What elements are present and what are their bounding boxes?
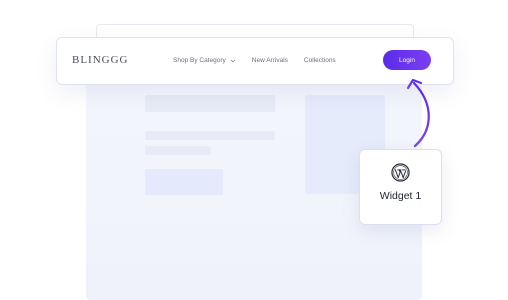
widget-card[interactable]: Widget 1 [359, 149, 442, 225]
brand-logo[interactable]: BLINGGG [72, 54, 129, 66]
login-button[interactable]: Login [383, 50, 431, 70]
placeholder-line [145, 146, 211, 155]
nav-links: Shop By Category New Arrivals Collection… [173, 57, 336, 64]
nav-link-label: Shop By Category [173, 57, 226, 64]
curved-arrow-icon [406, 78, 430, 148]
stage: BLINGGG Shop By Category New Arrivals Co… [0, 0, 508, 300]
nav-link-collections[interactable]: Collections [304, 57, 336, 64]
chevron-down-icon [230, 59, 235, 62]
placeholder-button [145, 169, 223, 195]
wordpress-icon [391, 163, 410, 182]
nav-link-new-arrivals[interactable]: New Arrivals [252, 57, 288, 64]
placeholder-title [145, 95, 275, 112]
nav-link-shop-by-category[interactable]: Shop By Category [173, 57, 236, 64]
widget-label: Widget 1 [379, 190, 422, 202]
nav-link-label: Collections [303, 57, 336, 64]
navbar: BLINGGG Shop By Category New Arrivals Co… [56, 37, 454, 85]
placeholder-line [145, 131, 275, 140]
nav-link-label: New Arrivals [251, 57, 288, 64]
